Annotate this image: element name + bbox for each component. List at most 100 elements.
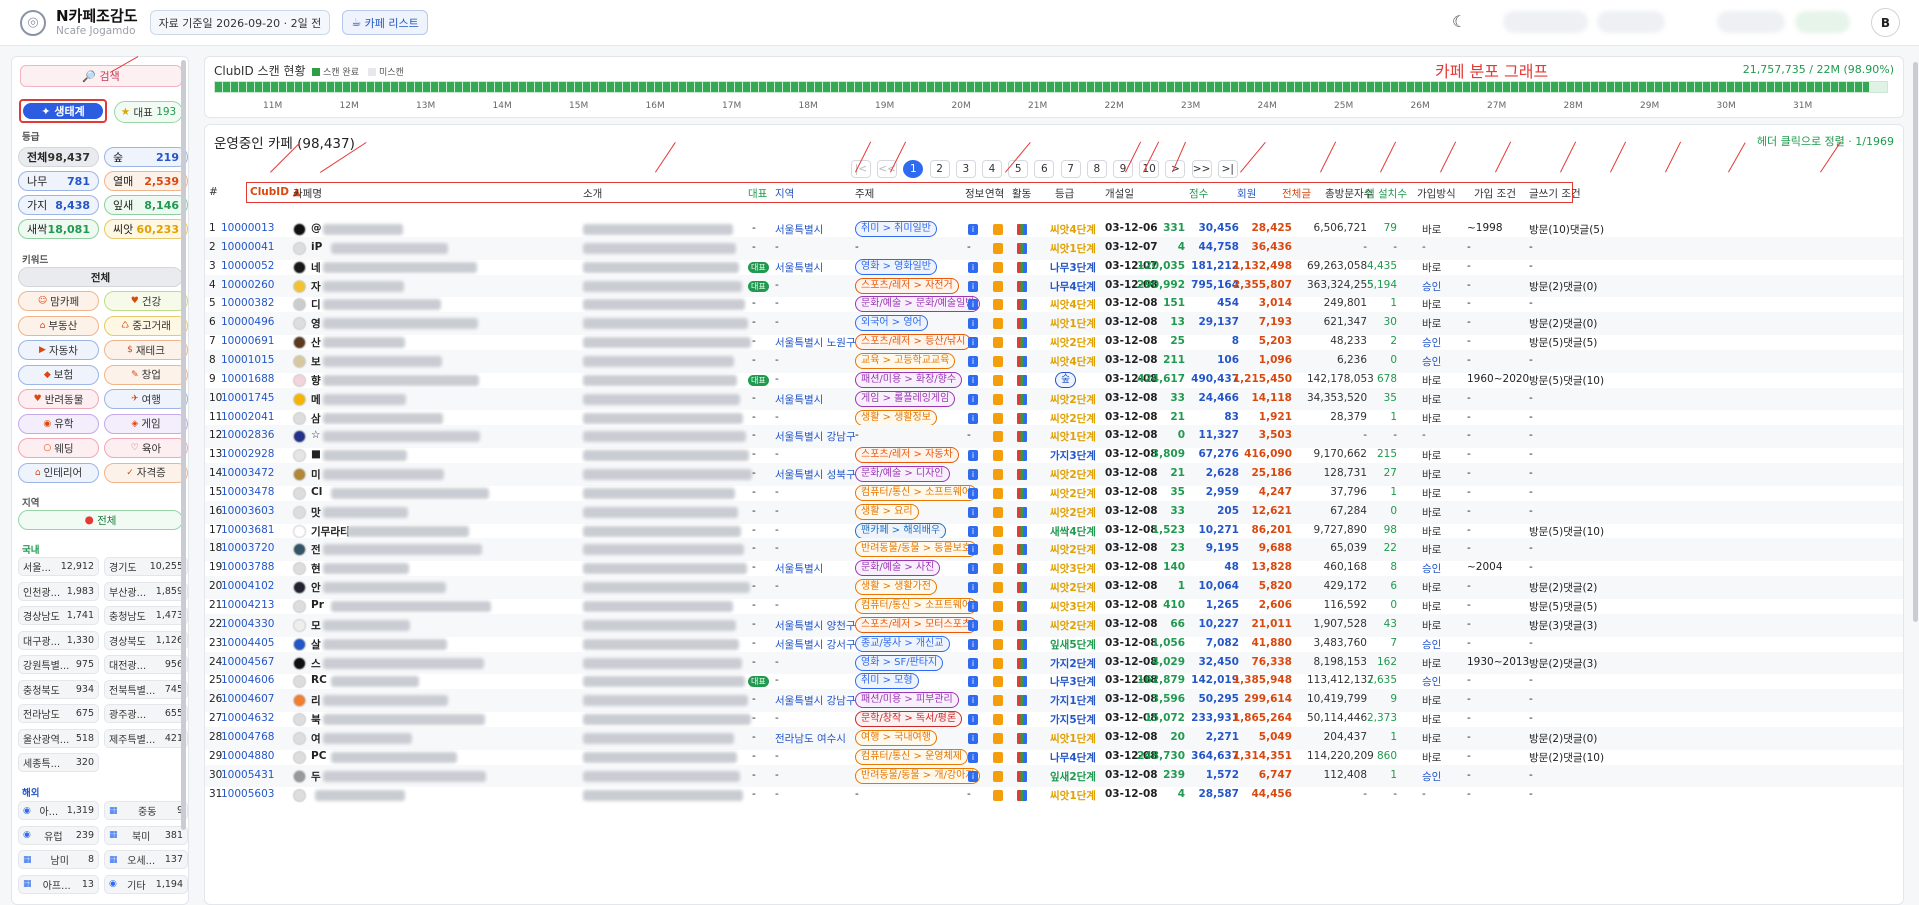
info-icon[interactable]: i — [968, 695, 978, 707]
cafe-name[interactable]: 북 — [311, 712, 321, 727]
column-header-12[interactable]: 점수 — [1189, 186, 1208, 201]
topic-tag[interactable]: 패션/미용 > 화장/향수 — [855, 371, 963, 388]
keyword-8[interactable]: ♥ 반려동물 — [18, 389, 99, 409]
info-icon[interactable]: i — [968, 318, 978, 330]
overseas-region-7[interactable]: ◉ 기타 1,194 — [104, 874, 188, 894]
info-icon[interactable]: i — [968, 770, 978, 782]
region-11[interactable]: 전북특별... 745 — [104, 679, 188, 699]
keyword-13[interactable]: ♡ 육아 — [104, 438, 188, 458]
club-id-link[interactable]: 10002928 — [221, 448, 274, 460]
column-header-9[interactable]: 활동 — [1012, 186, 1031, 201]
club-id-link[interactable]: 10004102 — [221, 580, 274, 592]
info-icon[interactable]: i — [968, 601, 978, 612]
region-9[interactable]: 대전광... 956 — [104, 655, 188, 674]
cafe-name[interactable]: Cl — [311, 486, 322, 498]
history-icon[interactable] — [993, 770, 1003, 782]
cafe-name[interactable]: 네 — [311, 260, 321, 275]
history-icon[interactable] — [993, 506, 1003, 518]
region-1[interactable]: 경기도 10,255 — [104, 557, 188, 576]
page-button-3[interactable]: 3 — [955, 160, 976, 178]
activity-chart-icon[interactable] — [1017, 638, 1027, 650]
club-id-link[interactable]: 10005603 — [221, 788, 274, 800]
info-icon[interactable]: i — [968, 732, 978, 744]
topic-tag[interactable]: 생활 > 생활정보 — [855, 409, 937, 426]
history-icon[interactable] — [993, 393, 1003, 405]
history-icon[interactable] — [993, 695, 1003, 707]
topic-tag[interactable]: 생활 > 생활가전 — [855, 579, 937, 596]
column-header-6[interactable]: 주제 — [855, 186, 874, 201]
history-icon[interactable] — [993, 261, 1003, 273]
history-icon[interactable] — [993, 469, 1003, 481]
topic-tag[interactable]: 문학/창작 > 독서/평론 — [855, 711, 963, 728]
info-icon[interactable]: i — [968, 619, 978, 631]
region-12[interactable]: 전라남도 675 — [18, 704, 99, 723]
topic-tag[interactable]: 스포츠/레저 > 자전거 — [855, 277, 959, 294]
activity-chart-icon[interactable] — [1017, 695, 1027, 707]
region-all-button[interactable]: ● 전체 — [18, 510, 183, 530]
keyword-all-button[interactable]: 전체 — [18, 267, 183, 287]
column-header-18[interactable]: 가입 조건 — [1474, 186, 1516, 201]
activity-chart-icon[interactable] — [1017, 412, 1027, 424]
column-header-7[interactable]: 정보 — [965, 186, 984, 201]
region-8[interactable]: 강원특별... 975 — [18, 655, 99, 674]
club-id-link[interactable]: 10003478 — [221, 486, 274, 498]
club-id-link[interactable]: 10005431 — [221, 769, 274, 781]
topic-tag[interactable]: 문화/예술 > 문화/예술일반 — [855, 296, 981, 313]
club-id-link[interactable]: 10001745 — [221, 392, 274, 404]
topic-tag[interactable]: 종교/봉사 > 개신교 — [855, 635, 950, 652]
topic-tag[interactable]: 스포츠/레저 > 모터스포츠 — [855, 616, 978, 633]
region-10[interactable]: 충청북도 934 — [18, 679, 99, 699]
info-icon[interactable]: i — [968, 657, 978, 669]
info-icon[interactable]: i — [968, 544, 978, 556]
keyword-2[interactable]: ⌂ 부동산 — [18, 315, 99, 336]
cafe-name[interactable]: 삼 — [311, 411, 321, 426]
keyword-14[interactable]: ⌂ 인테리어 — [18, 462, 99, 483]
activity-chart-icon[interactable] — [1017, 337, 1027, 349]
rep-filter-button[interactable]: ★ 대표 193 — [114, 101, 183, 123]
info-icon[interactable]: i — [968, 506, 978, 518]
page-button-|<[interactable]: |< — [851, 160, 871, 178]
activity-chart-icon[interactable] — [1017, 676, 1027, 688]
page-button-2[interactable]: 2 — [929, 160, 950, 178]
page-button-6[interactable]: 6 — [1034, 160, 1055, 178]
info-icon[interactable]: i — [968, 638, 978, 650]
club-id-link[interactable]: 10003788 — [221, 561, 274, 573]
column-header-11[interactable]: 개설일 — [1105, 186, 1134, 201]
cafe-name[interactable]: 디 — [311, 297, 321, 312]
cafe-name[interactable]: 현 — [311, 561, 321, 576]
info-icon[interactable]: i — [968, 412, 978, 424]
info-icon[interactable]: i — [968, 261, 978, 273]
page-scrollbar[interactable] — [1913, 62, 1918, 622]
history-icon[interactable] — [993, 337, 1003, 349]
cafe-name[interactable]: PC — [311, 750, 326, 762]
activity-chart-icon[interactable] — [1017, 714, 1027, 726]
keyword-4[interactable]: ▶ 자동차 — [18, 340, 99, 360]
club-id-link[interactable]: 10003472 — [221, 467, 274, 479]
club-id-link[interactable]: 10000260 — [221, 279, 274, 291]
cafe-name[interactable]: 보 — [311, 354, 321, 369]
topic-tag[interactable]: 컴퓨터/통신 > 소프트웨어 — [855, 484, 978, 501]
keyword-3[interactable]: ♺ 중고거래 — [104, 315, 188, 336]
activity-chart-icon[interactable] — [1017, 355, 1027, 367]
topic-tag[interactable]: 교육 > 고등학교교육 — [855, 352, 956, 369]
grade-filter-6[interactable]: 새싹 18,081 — [18, 219, 99, 239]
cafe-name[interactable]: 여 — [311, 731, 321, 746]
topic-tag[interactable]: 생활 > 요리 — [855, 503, 919, 520]
history-icon[interactable] — [993, 431, 1003, 443]
activity-chart-icon[interactable] — [1017, 469, 1027, 481]
history-icon[interactable] — [993, 412, 1003, 424]
grade-filter-1[interactable]: 숲 219 — [104, 147, 188, 167]
column-header-14[interactable]: 전체글 — [1282, 186, 1311, 201]
club-id-link[interactable]: 10001015 — [221, 354, 274, 366]
activity-chart-icon[interactable] — [1017, 789, 1027, 801]
club-id-link[interactable]: 10004632 — [221, 712, 274, 724]
search-button[interactable]: 🔎 검색 — [20, 65, 182, 87]
column-header-3[interactable]: 소개 — [583, 186, 602, 201]
club-id-link[interactable]: 10004213 — [221, 599, 274, 611]
history-icon[interactable] — [993, 619, 1003, 631]
cafe-name[interactable]: ☆ — [311, 429, 320, 441]
activity-chart-icon[interactable] — [1017, 506, 1027, 518]
info-icon[interactable]: i — [968, 676, 978, 688]
cafe-name[interactable]: 기무라티 — [311, 524, 350, 539]
cafe-name[interactable]: iP — [311, 241, 322, 253]
